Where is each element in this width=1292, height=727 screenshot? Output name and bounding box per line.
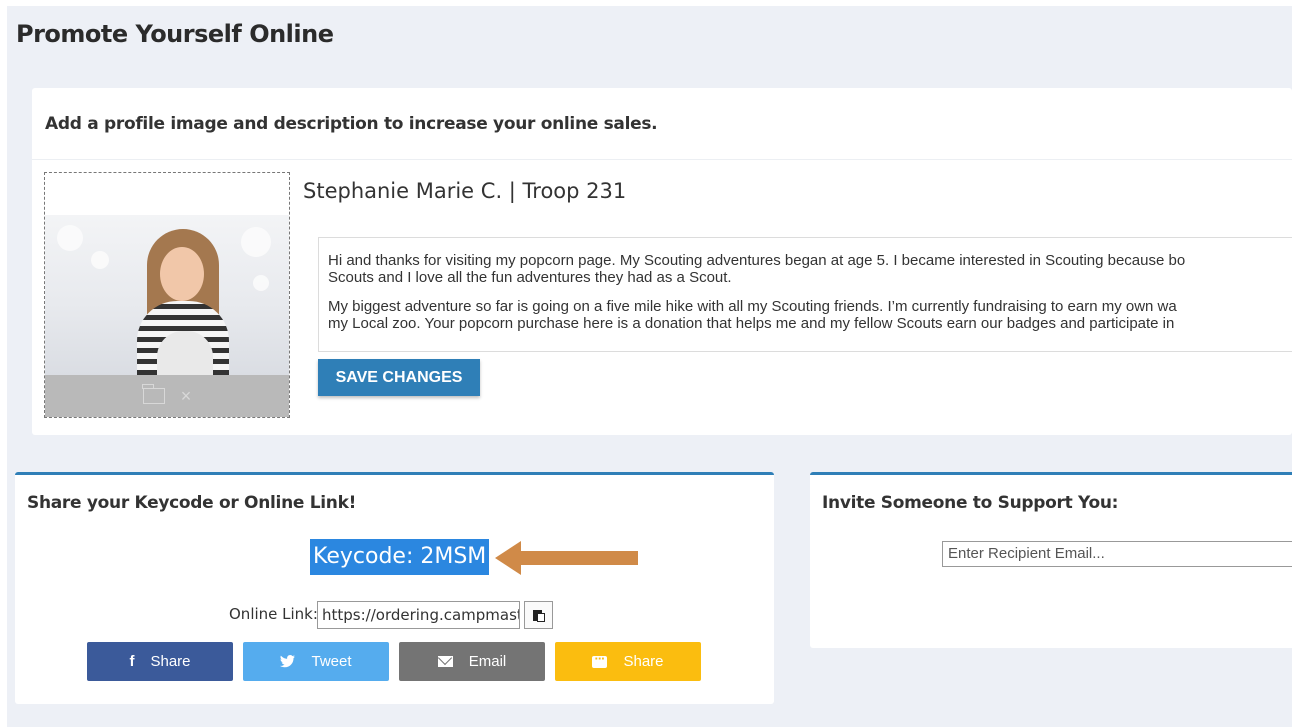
share-card-heading: Share your Keycode or Online Link! [27, 493, 357, 513]
profile-photo [45, 215, 289, 375]
email-icon [437, 656, 453, 667]
arrow-annotation [495, 541, 638, 575]
twitter-icon [280, 655, 296, 668]
online-link-label: Online Link: [229, 605, 318, 623]
profile-card: Add a profile image and description to i… [32, 88, 1292, 435]
email-share-button[interactable]: Email [399, 642, 545, 681]
share-button-label: Tweet [311, 653, 352, 670]
share-button-label: Email [468, 653, 507, 670]
facebook-icon: f [129, 653, 135, 670]
profile-image-uploader[interactable]: × [44, 172, 290, 418]
invite-card-heading: Invite Someone to Support You: [822, 493, 1119, 513]
scout-name: Stephanie Marie C. | Troop 231 [303, 179, 627, 203]
online-link-input[interactable]: https://ordering.campmast [317, 601, 520, 629]
close-icon[interactable]: × [181, 387, 192, 405]
sms-share-button[interactable]: Share [555, 642, 701, 681]
profile-card-heading: Add a profile image and description to i… [45, 114, 658, 134]
recipient-email-input[interactable]: Enter Recipient Email... [942, 541, 1292, 567]
share-buttons: f Share Tweet Email Share [87, 642, 701, 681]
copy-link-button[interactable] [524, 601, 553, 629]
uploader-toolbar: × [45, 375, 289, 417]
folder-icon[interactable] [142, 384, 165, 404]
description-line: my Local zoo. Your popcorn purchase here… [328, 315, 1175, 332]
share-card: Share your Keycode or Online Link! Keyco… [15, 472, 774, 704]
sms-icon [592, 651, 608, 668]
invite-card: Invite Someone to Support You: Enter Rec… [810, 472, 1292, 648]
description-line: My biggest adventure so far is going on … [328, 298, 1177, 315]
keycode-text: Keycode: 2MSM [310, 539, 490, 575]
description-line: Hi and thanks for visiting my popcorn pa… [328, 252, 1186, 269]
share-button-label: Share [150, 653, 191, 670]
divider [32, 159, 1292, 160]
description-line: Scouts and I love all the fun adventures… [328, 269, 732, 286]
description-textarea[interactable]: Hi and thanks for visiting my popcorn pa… [318, 237, 1292, 352]
twitter-tweet-button[interactable]: Tweet [243, 642, 389, 681]
page-title: Promote Yourself Online [16, 20, 334, 48]
save-changes-button[interactable]: SAVE CHANGES [318, 359, 480, 396]
copy-icon [532, 608, 545, 622]
facebook-share-button[interactable]: f Share [87, 642, 233, 681]
share-button-label: Share [623, 653, 664, 670]
